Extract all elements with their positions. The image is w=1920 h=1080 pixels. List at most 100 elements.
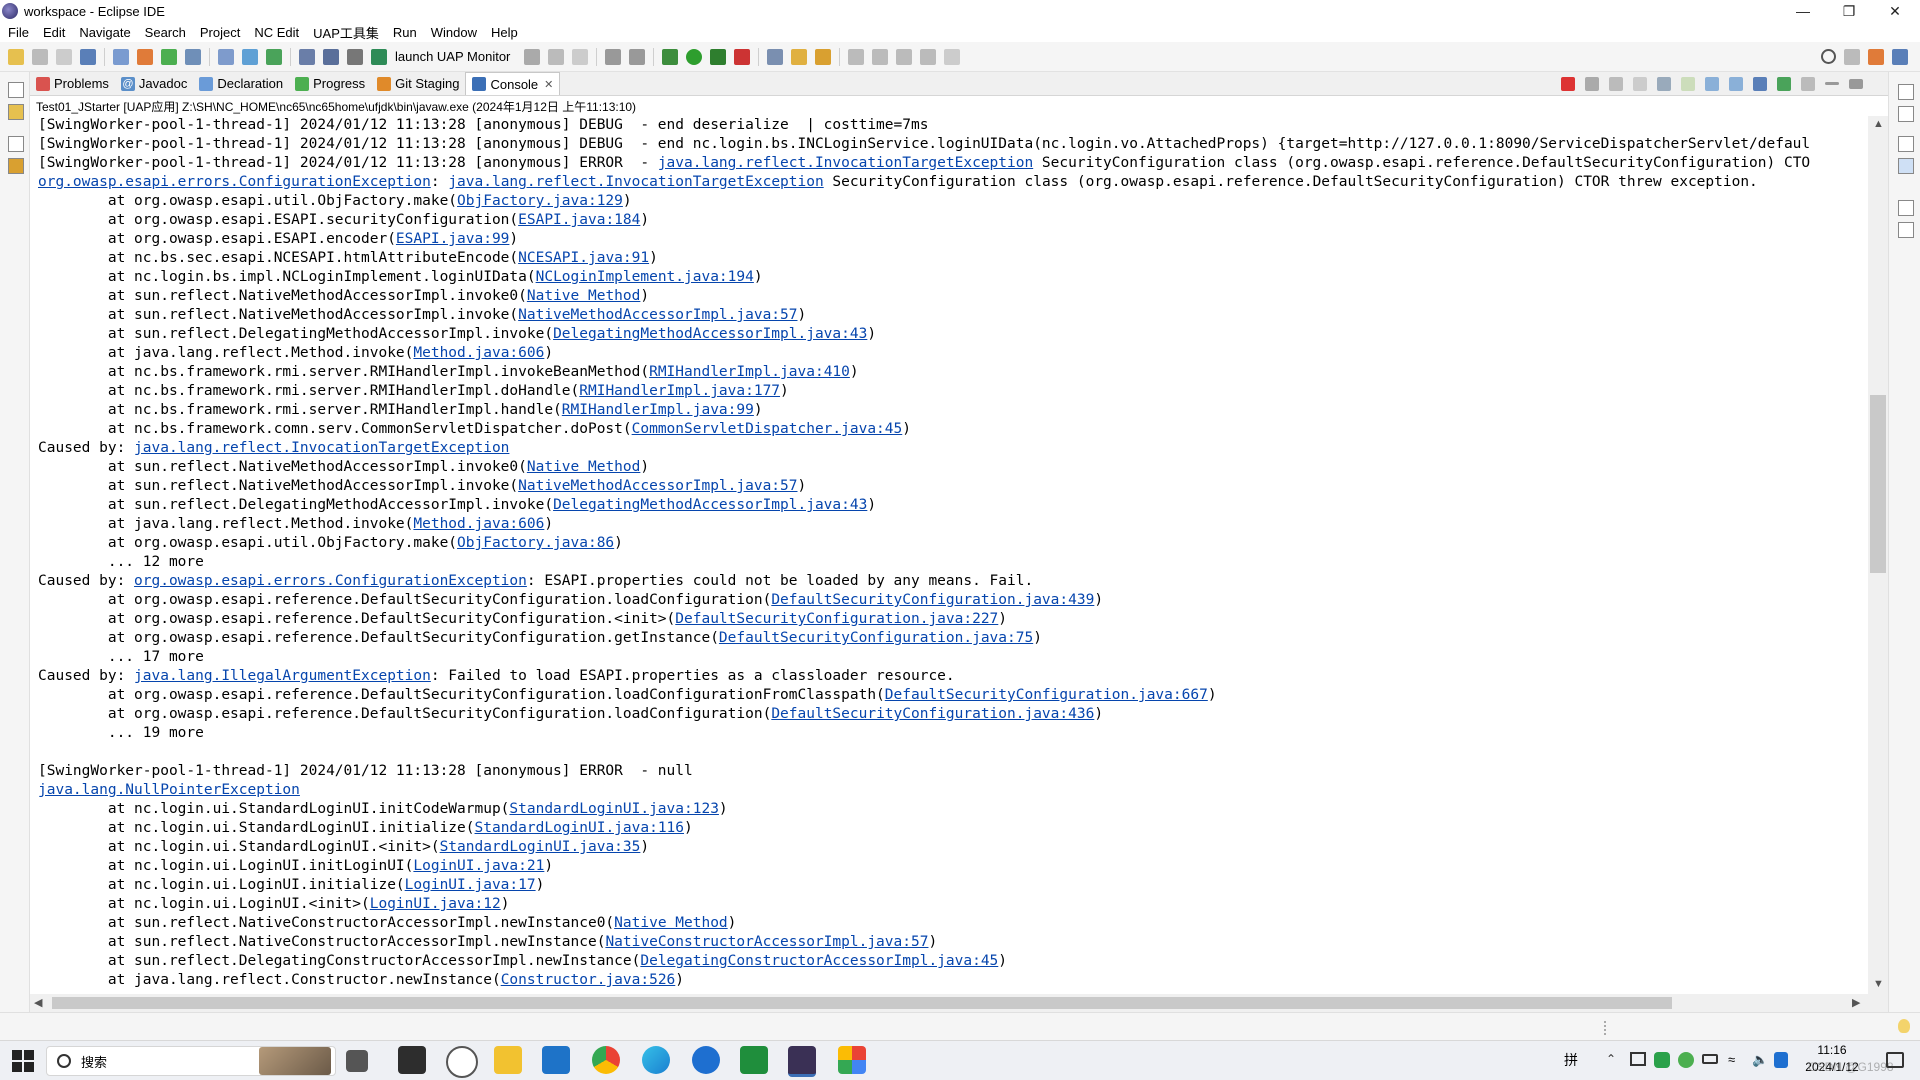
wechat-tray-icon[interactable] <box>1654 1052 1670 1068</box>
stack-trace-link[interactable]: Native Method <box>527 459 641 475</box>
maximize-view-icon[interactable] <box>1849 78 1863 89</box>
tools-icon[interactable] <box>347 48 363 65</box>
stack-trace-link[interactable]: RMIHandlerImpl.java:99 <box>562 402 754 418</box>
menu-file[interactable]: File <box>8 25 29 40</box>
tab-javadoc[interactable]: @ Javadoc <box>115 72 193 95</box>
volume-icon[interactable]: 🔈 <box>1752 1052 1768 1068</box>
horizontal-scroll-thumb[interactable] <box>52 997 1672 1009</box>
menu-help[interactable]: Help <box>491 25 518 40</box>
vertical-scroll-thumb[interactable] <box>1870 395 1886 573</box>
save-icon[interactable] <box>32 48 48 65</box>
scroll-up-icon[interactable]: ▲ <box>1873 118 1884 130</box>
show-stderr-icon[interactable] <box>1729 76 1743 91</box>
restore-icon[interactable] <box>8 136 24 152</box>
tab-console[interactable]: Console ✕ <box>465 72 561 95</box>
next-annotation-icon[interactable] <box>848 48 865 65</box>
wechat-icon[interactable] <box>740 1046 768 1074</box>
remove-all-icon[interactable] <box>1609 76 1623 91</box>
stack-trace-link[interactable]: java.lang.IllegalArgumentException <box>134 668 431 684</box>
chrome-icon[interactable] <box>592 1046 620 1074</box>
notification-icon[interactable] <box>1886 1052 1904 1068</box>
security-shield-icon[interactable] <box>1774 1052 1788 1068</box>
restore-icon[interactable] <box>8 82 24 98</box>
stack-trace-link[interactable]: ESAPI.java:184 <box>518 212 640 228</box>
stack-trace-link[interactable]: DefaultSecurityConfiguration.java:227 <box>675 611 998 627</box>
task-view-icon[interactable] <box>346 1050 368 1072</box>
database-icon[interactable] <box>185 48 201 65</box>
menu-nc-edit[interactable]: NC Edit <box>254 25 299 40</box>
ime-indicator[interactable]: 拼 <box>1564 1050 1578 1070</box>
file-explorer-icon[interactable] <box>494 1046 522 1074</box>
debug-perspective-icon[interactable] <box>1892 48 1908 65</box>
stack-trace-link[interactable]: Method.java:606 <box>413 345 544 361</box>
uap-monitor-icon[interactable] <box>371 48 387 65</box>
stack-trace-link[interactable]: StandardLoginUI.java:123 <box>509 801 719 817</box>
launch-uap-monitor-button[interactable]: launch UAP Monitor <box>395 49 510 64</box>
restore-icon[interactable] <box>1898 200 1914 216</box>
show-stdout-icon[interactable] <box>1705 76 1719 91</box>
stack-trace-link[interactable]: DelegatingConstructorAccessorImpl.java:4… <box>640 953 998 969</box>
stack-trace-link[interactable]: RMIHandlerImpl.java:410 <box>649 364 850 380</box>
stack-trace-link[interactable]: ObjFactory.java:86 <box>457 535 614 551</box>
prev-annotation-icon[interactable] <box>872 48 889 65</box>
sticky-notes-icon[interactable] <box>398 1046 426 1074</box>
layout-icon[interactable] <box>548 48 565 65</box>
java-perspective-icon[interactable] <box>1868 48 1884 65</box>
stack-trace-link[interactable]: java.lang.NullPointerException <box>38 782 300 798</box>
stack-trace-link[interactable]: LoginUI.java:21 <box>413 858 544 874</box>
save-all-icon[interactable] <box>56 48 72 65</box>
doc-icon[interactable] <box>218 48 234 65</box>
scroll-lock-icon[interactable] <box>1657 76 1671 91</box>
stack-trace-link[interactable]: java.lang.reflect.InvocationTargetExcept… <box>658 155 1033 171</box>
stack-trace-link[interactable]: StandardLoginUI.java:35 <box>440 839 641 855</box>
chevron-up-icon[interactable]: ⌃ <box>1606 1052 1616 1066</box>
coverage-icon[interactable] <box>710 48 727 65</box>
restore-icon[interactable] <box>1898 136 1914 152</box>
minimize-button[interactable]: — <box>1780 0 1826 22</box>
tab-declaration[interactable]: Declaration <box>193 72 289 95</box>
clock-app-icon[interactable] <box>446 1046 478 1078</box>
tab-progress[interactable]: Progress <box>289 72 371 95</box>
restore-icon[interactable] <box>1898 84 1914 100</box>
stack-trace-link[interactable]: Native Method <box>614 915 728 931</box>
new-icon[interactable] <box>8 48 24 65</box>
close-button[interactable]: ✕ <box>1872 0 1918 22</box>
pin-icon[interactable] <box>944 48 961 65</box>
search-people-icon[interactable] <box>524 48 541 65</box>
refresh-icon[interactable] <box>161 48 177 65</box>
display-console-icon[interactable] <box>1777 76 1791 91</box>
stack-trace-link[interactable]: java.lang.reflect.InvocationTargetExcept… <box>448 174 823 190</box>
stack-trace-link[interactable]: CommonServletDispatcher.java:45 <box>632 421 903 437</box>
stack-trace-link[interactable]: Constructor.java:526 <box>501 972 676 988</box>
stack-trace-link[interactable]: org.owasp.esapi.errors.ConfigurationExce… <box>134 573 527 589</box>
close-icon[interactable]: ✕ <box>544 78 553 91</box>
lightbulb-icon[interactable] <box>1898 1019 1910 1033</box>
console-output[interactable]: [SwingWorker-pool-1-thread-1] 2024/01/12… <box>30 116 1868 994</box>
pinwheel-app-icon[interactable] <box>838 1046 866 1074</box>
open-folder-icon[interactable] <box>791 48 808 65</box>
windows-start-icon[interactable] <box>12 1050 34 1072</box>
remove-launch-icon[interactable] <box>1585 76 1599 91</box>
maximize-button[interactable]: ❐ <box>1826 0 1872 22</box>
pin-console-icon[interactable] <box>1753 76 1767 91</box>
stack-trace-link[interactable]: NativeMethodAccessorImpl.java:57 <box>518 307 797 323</box>
stack-trace-link[interactable]: DelegatingMethodAccessorImpl.java:43 <box>553 326 867 342</box>
scroll-left-icon[interactable]: ◀ <box>34 996 42 1009</box>
tab-problems[interactable]: Problems <box>30 72 115 95</box>
stack-trace-link[interactable]: DefaultSecurityConfiguration.java:667 <box>885 687 1208 703</box>
kugou-icon[interactable] <box>692 1046 720 1074</box>
display-icon[interactable] <box>1630 1052 1646 1066</box>
word-wrap-icon[interactable] <box>1681 76 1695 91</box>
terminate-icon[interactable] <box>1561 76 1575 91</box>
stack-trace-link[interactable]: NativeMethodAccessorImpl.java:57 <box>518 478 797 494</box>
collapse-icon[interactable] <box>629 48 646 65</box>
menu-window[interactable]: Window <box>431 25 477 40</box>
check-icon[interactable] <box>266 48 282 65</box>
stack-trace-link[interactable]: DefaultSecurityConfiguration.java:75 <box>719 630 1033 646</box>
stack-trace-link[interactable]: NativeConstructorAccessorImpl.java:57 <box>605 934 928 950</box>
wifi-icon[interactable]: ≈ <box>1728 1052 1735 1067</box>
search-icon[interactable] <box>1821 49 1836 64</box>
stack-trace-link[interactable]: Method.java:606 <box>413 516 544 532</box>
tray-app-icon[interactable] <box>1678 1052 1694 1068</box>
stack-trace-link[interactable]: NCESAPI.java:91 <box>518 250 649 266</box>
